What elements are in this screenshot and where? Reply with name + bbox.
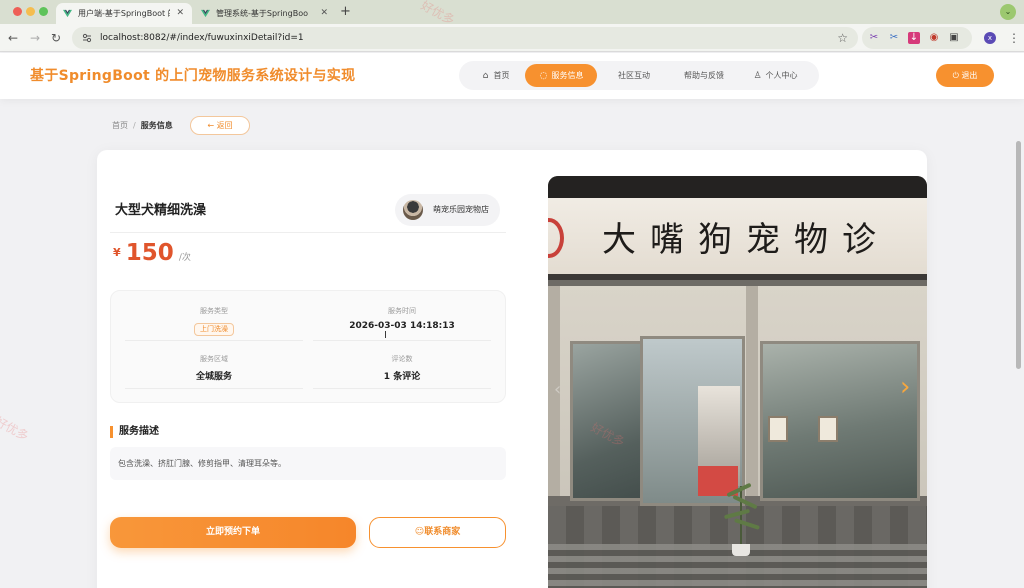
vue-logo-icon	[201, 9, 210, 18]
agent-extension-icon[interactable]: ◉	[928, 32, 940, 44]
nav-item-community[interactable]: 社区互动	[605, 64, 663, 87]
logout-button[interactable]: ⏻ 退出	[936, 64, 994, 87]
site-title: 基于SpringBoot 的上门宠物服务系统设计与实现	[30, 68, 356, 84]
home-icon: ⌂	[482, 71, 489, 81]
scissors-extension-icon[interactable]: ✂	[868, 32, 880, 44]
bookmark-star-icon[interactable]: ☆	[837, 27, 848, 49]
profile-avatar[interactable]: x	[984, 32, 996, 44]
carousel-prev-icon[interactable]: ‹	[554, 378, 561, 402]
info-label: 评论数	[391, 355, 413, 363]
info-value: 1 条评论	[383, 372, 421, 382]
price: ¥ 150 /次	[113, 240, 191, 266]
pillar	[746, 286, 758, 496]
nav-label: 个人中心	[765, 71, 798, 80]
contact-label: 联系商家	[424, 527, 461, 537]
nav-label: 首页	[493, 71, 510, 80]
browser-tab-admin[interactable]: 管理系统-基于SpringBoot 的上门宠 ✕	[194, 3, 336, 24]
tab-title: 管理系统-基于SpringBoot 的上门宠	[216, 9, 308, 18]
site-header: 基于SpringBoot 的上门宠物服务系统设计与实现 ⌂ 首页 ◌ 服务信息 社区…	[0, 53, 1024, 99]
reload-icon[interactable]: ↻	[51, 30, 61, 46]
plant-leaf	[726, 482, 752, 498]
user-icon: ♙	[753, 71, 762, 81]
breadcrumb-home[interactable]: 首页	[112, 121, 128, 130]
poster	[818, 416, 838, 442]
book-now-button[interactable]: 立即预约下单	[110, 517, 356, 548]
tab-close-icon[interactable]: ✕	[176, 3, 184, 24]
store-sign: 大嘴狗宠物诊	[548, 198, 927, 280]
price-unit: /次	[178, 253, 191, 263]
info-service-type: 服务类型 上门洗澡	[125, 299, 303, 341]
breadcrumb-current: 服务信息	[140, 121, 173, 130]
browser-tab-user[interactable]: 用户端-基于SpringBoot 的上门宠 ✕	[56, 3, 192, 24]
contact-merchant-button[interactable]: ☺联系商家	[369, 517, 506, 548]
info-service-time: 服务时间 2026-03-03 14:18:13	[313, 299, 491, 341]
sign-logo-icon	[548, 218, 564, 258]
breadcrumb-separator: /	[133, 121, 136, 130]
main-nav: ⌂ 首页 ◌ 服务信息 社区互动 帮助与反馈 ♙ 个人中心	[459, 61, 819, 90]
text-cursor-icon: I	[384, 330, 387, 341]
carousel-next-icon[interactable]: ›	[900, 370, 910, 404]
info-label: 服务时间	[388, 307, 416, 315]
info-label: 服务类型	[200, 307, 228, 315]
plant-pot	[732, 544, 750, 556]
back-arrow-icon[interactable]: ←	[8, 30, 18, 46]
info-comment-count: 评论数 1 条评论	[313, 347, 491, 389]
browser-tab-bar: 用户端-基于SpringBoot 的上门宠 ✕ 管理系统-基于SpringBoo…	[0, 0, 1024, 24]
watermark: 好优多	[0, 414, 31, 444]
download-extension-icon[interactable]: ↓	[908, 32, 920, 44]
description-text: 包含洗澡、挤肛门腺、修剪指甲、清理耳朵等。	[110, 447, 506, 480]
vue-logo-icon	[63, 9, 72, 18]
chat-bubble-icon: ◌	[539, 71, 548, 81]
service-type-tag: 上门洗澡	[194, 323, 234, 336]
nav-item-home[interactable]: ⌂ 首页	[467, 64, 523, 87]
page-scrollbar[interactable]	[1016, 141, 1021, 369]
logout-label: 退出	[961, 71, 978, 80]
nav-label: 社区互动	[618, 71, 650, 80]
browser-menu-icon[interactable]: ⋮	[1008, 30, 1020, 46]
info-value: 全城服务	[195, 372, 232, 382]
nav-item-personal-center[interactable]: ♙ 个人中心	[743, 64, 807, 87]
shop-avatar	[403, 200, 423, 220]
close-window-button[interactable]	[13, 7, 22, 16]
nav-label: 服务信息	[551, 71, 584, 80]
site-info-icon[interactable]	[82, 33, 92, 43]
extensions-group: ✂ ✂ ↓ ◉ ▣	[862, 27, 972, 49]
url-text: localhost:8082/#/index/fuwuxinxiDetail?i…	[100, 33, 304, 43]
description-title: 服务描述	[110, 426, 159, 438]
potted-plant	[723, 466, 760, 556]
shop-chip[interactable]: 萌宠乐园宠物店	[395, 194, 500, 226]
plant-leaf	[732, 494, 758, 510]
plant-stem	[740, 486, 742, 546]
address-bar[interactable]: localhost:8082/#/index/fuwuxinxiDetail?i…	[72, 27, 858, 49]
service-image-carousel[interactable]: 大嘴狗宠物诊	[548, 176, 927, 588]
breadcrumb: 首页 / 服务信息	[112, 117, 173, 135]
chat-icon: ☺	[414, 527, 425, 537]
price-amount: 150	[125, 240, 174, 266]
divider	[110, 232, 506, 233]
nav-item-service-info[interactable]: ◌ 服务信息	[525, 64, 597, 87]
poster	[768, 416, 788, 442]
scissors-extension-icon-2[interactable]: ✂	[888, 32, 900, 44]
tab-close-icon[interactable]: ✕	[320, 3, 328, 24]
nav-label: 帮助与反馈	[684, 71, 724, 80]
service-title: 大型犬精细洗澡	[115, 203, 207, 218]
info-label: 服务区域	[200, 355, 228, 363]
facade-top	[548, 176, 927, 200]
tab-title: 用户端-基于SpringBoot 的上门宠	[78, 9, 170, 18]
maximize-window-button[interactable]	[39, 7, 48, 16]
nav-item-help-feedback[interactable]: 帮助与反馈	[673, 64, 735, 87]
back-button[interactable]: ← 返回	[190, 116, 250, 135]
puzzle-extensions-icon[interactable]: ▣	[948, 32, 960, 44]
tab-search-icon[interactable]: ⌄	[1000, 4, 1016, 20]
new-tab-button[interactable]: +	[340, 3, 351, 21]
info-service-area: 服务区域 全城服务	[125, 347, 303, 389]
price-currency: ¥	[113, 246, 121, 259]
forward-arrow-icon[interactable]: →	[30, 30, 40, 46]
browser-toolbar: ← → ↻ localhost:8082/#/index/fuwuxinxiDe…	[0, 24, 1024, 52]
minimize-window-button[interactable]	[26, 7, 35, 16]
info-value: 2026-03-03 14:18:13	[349, 321, 455, 331]
shop-name: 萌宠乐园宠物店	[433, 205, 489, 214]
store-sign-text: 大嘴狗宠物诊	[602, 220, 890, 260]
service-info-box: 服务类型 上门洗澡 服务时间 2026-03-03 14:18:13 服务区域 …	[110, 290, 506, 403]
